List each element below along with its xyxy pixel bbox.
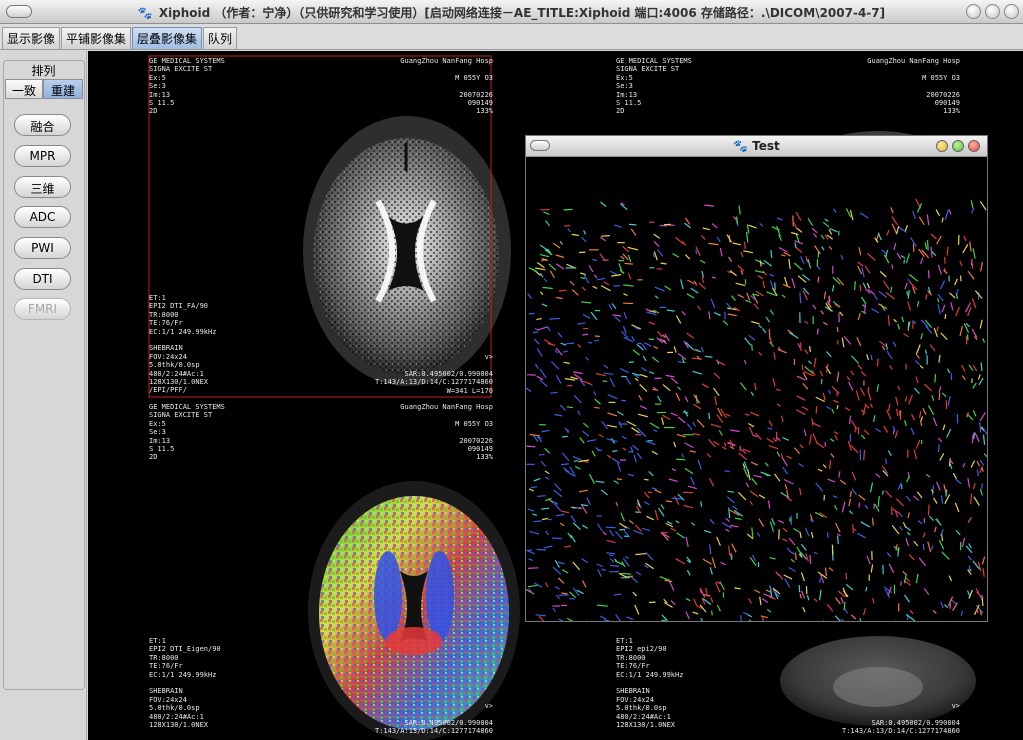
dti-button[interactable]: DTI [14, 268, 71, 290]
mpr-button[interactable]: MPR [14, 145, 71, 167]
segment-reconstruct[interactable]: 重建 [43, 79, 83, 99]
bl-overlay-top-left: GE MEDICAL SYSTEMS SIGNA EXCITE ST Ex:5 … [149, 403, 225, 462]
minimize-button[interactable] [966, 4, 981, 19]
tab-bar: 显示影像 平铺影像集 层叠影像集 队列 [0, 24, 1023, 50]
bl-overlay-top-right: GuangZhou NanFang Hosp M 055Y O3 2007022… [400, 403, 493, 462]
tl-overlay-top-left: GE MEDICAL SYSTEMS SIGNA EXCITE ST Ex:5 … [149, 57, 225, 116]
pwi-button[interactable]: PWI [14, 237, 71, 259]
tl-overlay-top-right: GuangZhou NanFang Hosp M 055Y O3 2007022… [400, 57, 493, 116]
bl-overlay-bottom-right: v> SAR:0.495002/0.990004 T:143/A:13/D:14… [374, 702, 493, 736]
br-overlay-bottom-left: ET:1 EPI2 epi2/90 TR:8000 TE:76/Fr EC:1/… [616, 637, 684, 730]
test-close-button[interactable] [968, 140, 980, 152]
tab-queue[interactable]: 队列 [203, 27, 237, 49]
segment-consistent[interactable]: 一致 [5, 79, 43, 99]
test-window-title: 🐾 Test [526, 139, 987, 153]
paw-icon: 🐾 [137, 6, 153, 20]
fa-map-image [303, 116, 511, 386]
tab-display-images[interactable]: 显示影像 [2, 27, 60, 49]
3d-button[interactable]: 三维 [14, 176, 71, 198]
test-window-title-bar[interactable]: 🐾 Test [526, 136, 987, 157]
paw-icon: 🐾 [733, 139, 749, 153]
close-button[interactable] [1004, 4, 1019, 19]
zoom-button[interactable] [985, 4, 1000, 19]
tab-stacked-series[interactable]: 层叠影像集 [132, 27, 202, 49]
tl-overlay-bottom-right: v> SAR:0.495002/0.990004 T:143/A:13/D:14… [374, 353, 493, 395]
test-window-title-text: Test [752, 139, 780, 153]
left-tool-panel: 排列 一致 重建 融合 MPR 三维 ADC PWI DTI FMRI [0, 51, 87, 740]
tensor-glyph-canvas[interactable] [526, 157, 987, 621]
test-zoom-button[interactable] [952, 140, 964, 152]
tr-overlay-top-right: GuangZhou NanFang Hosp M 055Y O3 2007022… [867, 57, 960, 116]
fmri-button: FMRI [14, 298, 71, 320]
window-title: 🐾 Xiphoid （作者：宁净）（只供研究和学习使用）[启动网络连接－AE_TI… [0, 4, 1023, 21]
tab-tiled-series[interactable]: 平铺影像集 [61, 27, 131, 49]
window-title-text: Xiphoid （作者：宁净）（只供研究和学习使用）[启动网络连接－AE_TIT… [158, 6, 886, 20]
tr-overlay-top-left: GE MEDICAL SYSTEMS SIGNA EXCITE ST Ex:5 … [616, 57, 692, 116]
arrange-group-title: 排列 [31, 64, 56, 78]
test-minimize-button[interactable] [936, 140, 948, 152]
adc-button[interactable]: ADC [14, 206, 71, 228]
fusion-button[interactable]: 融合 [14, 114, 71, 136]
bl-overlay-bottom-left: ET:1 EPI2 DTI_Eigen/90 TR:8000 TE:76/Fr … [149, 637, 221, 730]
br-overlay-bottom-right: v> SAR:0.495002/0.990004 T:143/A:13/D:14… [841, 702, 960, 736]
test-window[interactable]: 🐾 Test [525, 135, 988, 622]
window-title-bar[interactable]: 🐾 Xiphoid （作者：宁净）（只供研究和学习使用）[启动网络连接－AE_TI… [0, 0, 1023, 24]
tl-overlay-bottom-left: ET:1 EPI2 DTI_FA/90 TR:8000 TE:76/Fr EC:… [149, 294, 217, 395]
tensor-glyph-field [526, 198, 987, 621]
